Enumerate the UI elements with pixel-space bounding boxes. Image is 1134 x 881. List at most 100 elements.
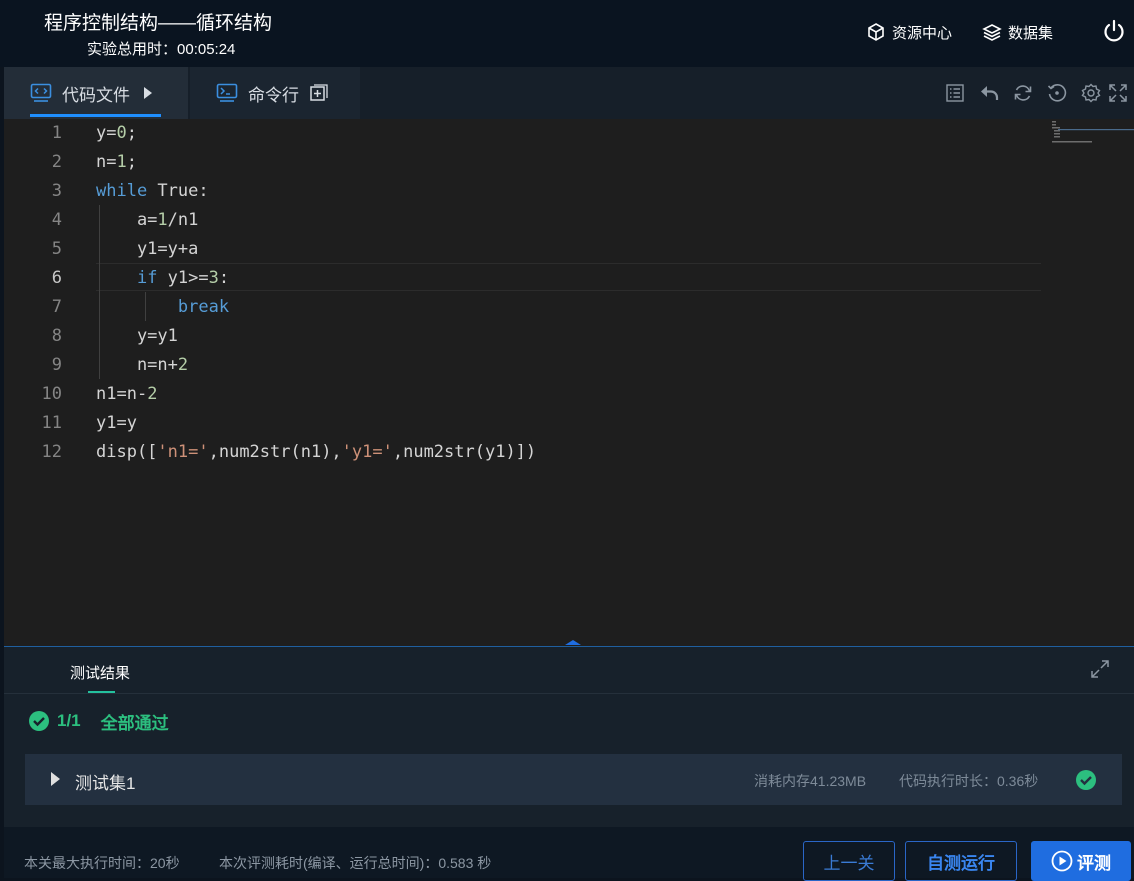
line-number: 9 <box>51 355 62 375</box>
add-terminal-icon[interactable] <box>309 83 329 103</box>
outline-button[interactable] <box>938 79 972 107</box>
refresh-icon <box>1014 85 1032 101</box>
power-icon <box>1104 19 1124 42</box>
timer-label: 实验总用时： <box>87 41 178 58</box>
code-token: a= <box>96 210 158 230</box>
code-token: 0 <box>116 123 127 143</box>
elapsed-time: 实验总用时：00:05:24 <box>87 38 235 59</box>
tab-command-line[interactable]: 命令行 <box>190 67 360 119</box>
code-line[interactable]: 1 y=0; <box>4 119 1044 148</box>
code-token: ,num2str(n1), <box>208 442 342 462</box>
code-line[interactable]: 9 n=n+2 <box>4 351 1044 380</box>
memory-usage: 消耗内存41.23MB <box>754 773 867 789</box>
restore-button[interactable] <box>1040 79 1074 107</box>
code-text: a=1/n1 <box>96 206 198 235</box>
caret-right-icon <box>51 772 60 786</box>
code-token: y1>= <box>157 268 209 288</box>
line-number: 1 <box>51 123 62 143</box>
refresh-button[interactable] <box>1006 79 1040 107</box>
code-token: 1 <box>157 210 168 230</box>
terminal-icon <box>216 83 238 102</box>
code-token: n1=n- <box>96 384 148 404</box>
code-token: True: <box>147 181 209 201</box>
undo-button[interactable] <box>972 79 1006 107</box>
code-token: disp([ <box>96 442 158 462</box>
cube-icon <box>868 23 884 41</box>
code-file-icon <box>30 83 52 102</box>
line-number: 8 <box>51 326 62 346</box>
line-number: 4 <box>51 210 62 230</box>
code-text: y1=y <box>96 409 137 438</box>
datasets-link[interactable]: 数据集 <box>982 21 1053 43</box>
max-exec-time: 本关最大执行时间：20秒 <box>24 855 180 871</box>
line-number: 6 <box>51 268 62 288</box>
code-token: y= <box>96 123 117 143</box>
eval-time: 本次评测耗时(编译、运行总时间)：0.583 秒 <box>219 855 492 871</box>
expand-icon <box>1091 660 1109 678</box>
code-token: 1 <box>116 152 127 172</box>
code-text: n=1; <box>96 148 137 177</box>
fullscreen-button[interactable] <box>1108 79 1134 107</box>
code-token: while <box>96 181 148 201</box>
gear-icon <box>1081 83 1101 103</box>
line-number: 3 <box>51 181 62 201</box>
code-token: 'y1=' <box>341 442 393 462</box>
settings-button[interactable] <box>1074 79 1108 107</box>
line-number: 11 <box>41 413 62 433</box>
testset-row[interactable]: 测试集1 消耗内存41.23MB 代码执行时长：0.36秒 <box>25 754 1122 805</box>
layers-icon <box>982 24 1002 41</box>
power-button[interactable] <box>1102 18 1126 44</box>
evaluate-button[interactable]: 评测 <box>1031 841 1131 881</box>
code-line[interactable]: 4 a=1/n1 <box>4 206 1044 235</box>
code-token: n= <box>96 152 117 172</box>
code-text: n=n+2 <box>96 351 188 380</box>
tab-code-files[interactable]: 代码文件 <box>4 67 188 119</box>
code-token: ,num2str(y1)]) <box>392 442 537 462</box>
code-editor[interactable]: 1 y=0; 2 n=1; 3 while True: 4 a=1/n1 5 y1=y+a 6 … <box>4 119 1134 646</box>
code-text: disp(['n1=',num2str(n1),'y1=',num2str(y1… <box>96 438 536 467</box>
check-circle-icon <box>29 711 49 731</box>
vertical-scrollbar[interactable] <box>1124 119 1134 646</box>
code-line[interactable]: 10 n1=n-2 <box>4 380 1044 409</box>
code-line[interactable]: 7 break <box>4 293 1044 322</box>
resource-center-link[interactable]: 资源中心 <box>866 21 952 43</box>
code-line[interactable]: 6 if y1>=3: <box>4 264 1044 293</box>
code-token: /n1 <box>167 210 199 230</box>
undo-icon <box>981 86 999 100</box>
previous-level-button[interactable]: 上一关 <box>803 841 895 881</box>
history-icon <box>1047 84 1067 102</box>
code-token: 'n1=' <box>157 442 209 462</box>
code-token: y1=y+a <box>96 239 199 259</box>
line-number: 12 <box>41 442 62 462</box>
code-token: : <box>218 268 230 288</box>
code-line[interactable]: 12 disp(['n1=',num2str(n1),'y1=',num2str(… <box>4 438 1044 467</box>
code-line[interactable]: 11 y1=y <box>4 409 1044 438</box>
active-tab-indicator <box>30 114 161 117</box>
code-text: y=0; <box>96 119 137 148</box>
tab-test-results[interactable]: 测试结果 <box>70 662 130 683</box>
line-number: 10 <box>41 384 62 404</box>
code-token: if <box>136 268 158 288</box>
code-text: while True: <box>96 177 209 206</box>
list-icon <box>946 84 964 102</box>
pass-count: 1/1 <box>57 711 81 730</box>
pass-summary: 1/1 全部通过 <box>28 709 169 733</box>
tab-command-line-label: 命令行 <box>248 85 299 105</box>
code-line[interactable]: 2 n=1; <box>4 148 1044 177</box>
line-number: 5 <box>51 239 62 259</box>
testset-name: 测试集1 <box>75 774 136 793</box>
code-token: 3 <box>208 268 219 288</box>
self-test-run-button[interactable]: 自测运行 <box>905 841 1017 881</box>
code-text: y=y1 <box>96 322 178 351</box>
divider <box>4 693 1134 694</box>
code-line[interactable]: 5 y1=y+a <box>4 235 1044 264</box>
code-line[interactable]: 8 y=y1 <box>4 322 1044 351</box>
code-line[interactable]: 3 while True: <box>4 177 1044 206</box>
expand-panel-button[interactable] <box>1090 659 1110 679</box>
minimap-preview <box>1052 121 1134 143</box>
minimap[interactable] <box>1048 119 1134 147</box>
line-number: 2 <box>51 152 62 172</box>
code-text: y1=y+a <box>96 235 198 264</box>
code-token: 2 <box>147 384 158 404</box>
